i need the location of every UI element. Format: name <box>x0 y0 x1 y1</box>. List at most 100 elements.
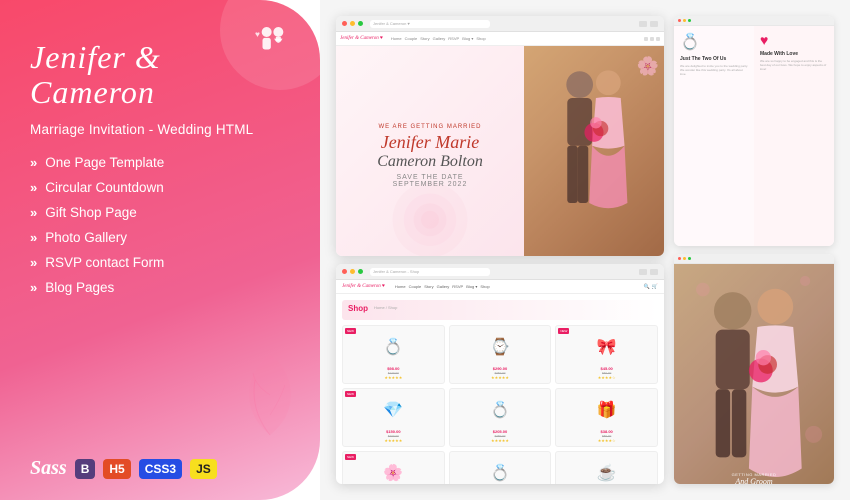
shop-item-2: ⌚ $290.00 $350.00 ★★★★★ <box>449 325 552 384</box>
nav-link-home: Home <box>391 36 402 41</box>
shop-nav-icon-area: 🔍 🛒 <box>644 284 658 290</box>
nav-icon-user <box>650 37 654 41</box>
shop-url-bar: Jenifer & Cameron - Shop <box>370 268 490 276</box>
new-badge-3: NEW <box>558 328 569 334</box>
shop-item-8: 💍 $175.00 $220.00 ★★★★★ <box>449 451 552 484</box>
shop-item-img-4: 💎 <box>346 392 441 427</box>
shop-page-content: Shop Home / Shop NEW 💍 $98.00 $120.00 ★★… <box>336 294 664 484</box>
shop-url-text: Jenifer & Cameron - Shop <box>373 269 419 274</box>
shop-item-1: NEW 💍 $98.00 $120.00 ★★★★★ <box>342 325 445 384</box>
browser-icon-1 <box>639 21 647 27</box>
wedding-nav-logo: Jenifer & Cameron ♥ <box>340 36 383 41</box>
shop-item-img-8: 💍 <box>453 455 548 484</box>
side-dot-red-1 <box>678 19 681 22</box>
shop-page-title: Shop <box>348 304 368 313</box>
feature-label-1: One Page Template <box>45 155 164 170</box>
browser-actions <box>639 21 658 27</box>
about-right-section: ♥ Made With Love We are so happy to be e… <box>754 26 834 246</box>
wedding-couple-photo: 🌸 <box>524 46 664 256</box>
shop-icon-1 <box>639 269 647 275</box>
shop-item-6: 🎁 $38.00 $50.00 ★★★★☆ <box>555 388 658 447</box>
chevron-icon-3: » <box>30 205 37 220</box>
wedding-text-section: We Are Getting Married Jenifer Marie Cam… <box>377 124 483 188</box>
browser-dot-red <box>342 21 347 26</box>
svg-text:♥: ♥ <box>255 29 260 39</box>
left-panel: ♥ Jenifer & Cameron Marriage Invitation … <box>0 0 320 500</box>
feature-item-1: » One Page Template <box>30 155 290 170</box>
shop-nav-blog: Blog ▾ <box>466 284 477 289</box>
wedding-left-section: We Are Getting Married Jenifer Marie Cam… <box>336 46 524 256</box>
about-right-text: We are so happy to be engaged and this i… <box>760 59 828 72</box>
chevron-icon-6: » <box>30 280 37 295</box>
js-badge: JS <box>190 459 217 479</box>
item-stars-3: ★★★★☆ <box>559 375 654 380</box>
feature-item-6: » Blog Pages <box>30 280 290 295</box>
shop-nav-home: Home <box>395 284 406 289</box>
shop-browser-icons <box>639 269 658 275</box>
shop-item-img-2: ⌚ <box>453 329 548 364</box>
shop-nav-gallery: Gallery <box>437 284 450 289</box>
new-badge-1: NEW <box>345 328 356 334</box>
feature-item-5: » RSVP contact Form <box>30 255 290 270</box>
browser-url-bar: Jenifer & Cameron ♥ <box>370 20 490 28</box>
browser-bar-top: Jenifer & Cameron ♥ <box>336 16 664 32</box>
wedding-page-content: We Are Getting Married Jenifer Marie Cam… <box>336 46 664 256</box>
browser-dot-green <box>358 21 363 26</box>
about-left-section: 💍 Just The Two Of Us We are delighted to… <box>674 26 754 246</box>
chevron-icon-1: » <box>30 155 37 170</box>
shop-item-img-6: 🎁 <box>559 392 654 427</box>
css3-badge: CSS3 <box>139 459 182 479</box>
browser-dot-yellow <box>350 21 355 26</box>
shop-item-7: NEW 🌸 $65.00 $85.00 ★★★★★ <box>342 451 445 484</box>
new-badge-4: NEW <box>345 391 356 397</box>
features-list: » One Page Template » Circular Countdown… <box>30 155 290 295</box>
feature-item-2: » Circular Countdown <box>30 180 290 195</box>
flower-emoji: 🌸 <box>637 56 659 77</box>
shop-nav-shop: Shop <box>480 284 489 289</box>
save-date-text: Save The Date SEPTEMBER 2022 <box>377 174 483 188</box>
shop-page-mockup: Jenifer & Cameron - Shop Jenifer & Camer… <box>336 264 664 484</box>
side-dot-red-2 <box>678 257 681 260</box>
about-left-title: Just The Two Of Us <box>680 56 748 62</box>
item-stars-6: ★★★★☆ <box>559 438 654 443</box>
feature-label-5: RSVP contact Form <box>45 255 164 270</box>
chevron-icon-2: » <box>30 180 37 195</box>
nav-icon-search <box>644 37 648 41</box>
heart-icon: ♥ <box>760 32 828 48</box>
shop-nav-couple: Couple <box>409 284 422 289</box>
shop-nav-rsvp: RSVP <box>452 284 463 289</box>
chevron-icon-5: » <box>30 255 37 270</box>
feature-item-4: » Photo Gallery <box>30 230 290 245</box>
shop-dot-green <box>358 269 363 274</box>
sass-badge: Sass <box>30 457 67 480</box>
main-screenshot-column: Jenifer & Cameron ♥ Jenifer & Cameron ♥ … <box>336 16 664 484</box>
wedding-page-nav: Jenifer & Cameron ♥ Home Couple Story Ga… <box>336 32 664 46</box>
brand-ampersand: & <box>135 39 161 75</box>
wedding-photo-side-mockup: GETTING MARRIED And Groom <box>674 254 834 484</box>
side-dot-yellow-1 <box>683 19 686 22</box>
nav-link-gallery: Gallery <box>433 36 446 41</box>
nav-link-couple: Couple <box>405 36 418 41</box>
shop-banner: Shop Home / Shop <box>342 300 658 320</box>
wedding-photo-caption: GETTING MARRIED And Groom <box>674 472 834 484</box>
nav-link-shop: Shop <box>476 36 485 41</box>
shop-item-9: ☕ $28.00 $38.00 ★★★★☆ <box>555 451 658 484</box>
brand-subtitle: Marriage Invitation - Wedding HTML <box>30 122 290 137</box>
wedding-page-mockup: Jenifer & Cameron ♥ Jenifer & Cameron ♥ … <box>336 16 664 256</box>
shop-item-4: NEW 💎 $150.00 $200.00 ★★★★★ <box>342 388 445 447</box>
feature-label-4: Photo Gallery <box>45 230 127 245</box>
rings-icon: 💍 <box>680 32 748 52</box>
brand-name-part2: Cameron <box>30 74 155 110</box>
about-page-content: 💍 Just The Two Of Us We are delighted to… <box>674 26 834 246</box>
about-section-mockup: 💍 Just The Two Of Us We are delighted to… <box>674 16 834 246</box>
bride-name: Jenifer Marie <box>377 133 483 153</box>
nav-link-blog: Blog ▾ <box>462 36 473 41</box>
feature-item-3: » Gift Shop Page <box>30 205 290 220</box>
feature-label-6: Blog Pages <box>45 280 114 295</box>
wedding-side-photo-svg <box>674 264 834 484</box>
item-stars-1: ★★★★★ <box>346 375 441 380</box>
shop-item-img-9: ☕ <box>559 455 654 484</box>
wedding-nav-icons <box>644 37 660 41</box>
save-date-value: SEPTEMBER 2022 <box>393 181 468 188</box>
new-badge-7: NEW <box>345 454 356 460</box>
